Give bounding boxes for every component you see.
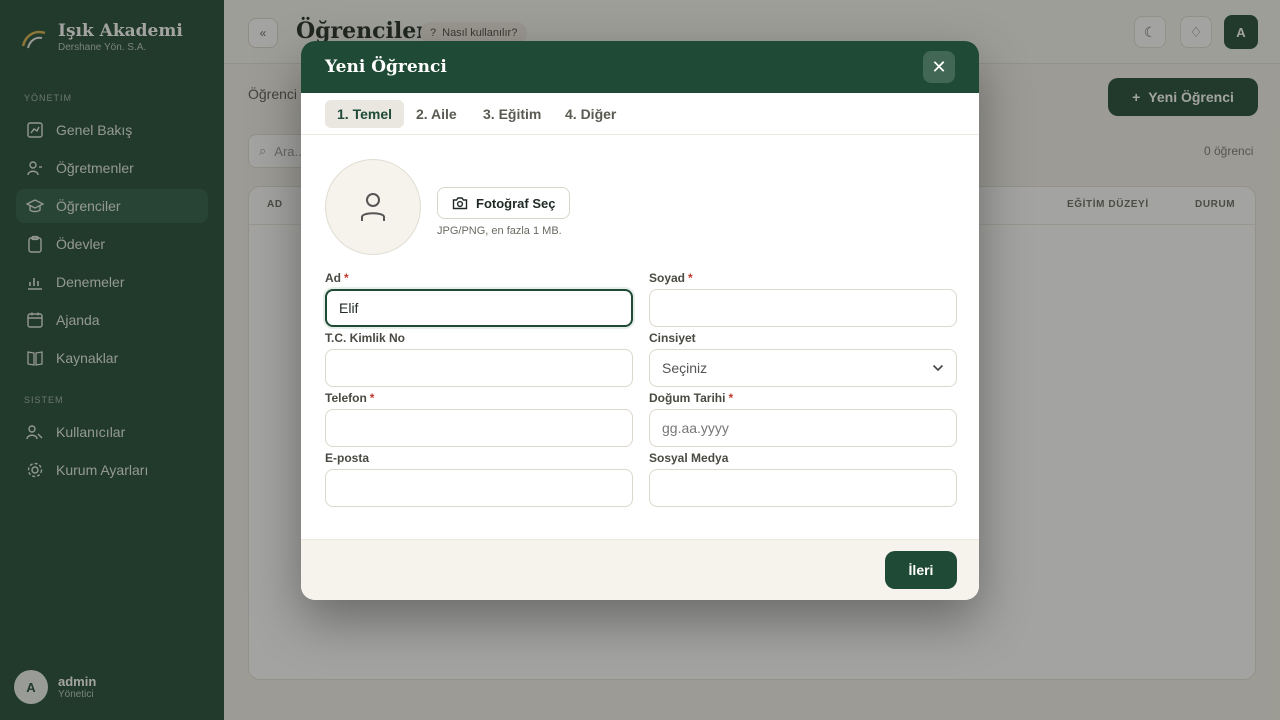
close-icon: ✕ — [931, 56, 947, 77]
email-input[interactable] — [325, 469, 633, 507]
choose-photo-button[interactable]: Fotoğraf Seç — [437, 187, 571, 219]
photo-preview — [325, 159, 421, 255]
required-mark: * — [344, 271, 349, 285]
label-soyad-text: Soyad — [649, 271, 686, 285]
label-eposta: E-posta — [325, 451, 369, 465]
gender-select[interactable]: Seçiniz — [649, 349, 957, 387]
new-student-modal: Yeni Öğrenci ✕ 1. Temel 2. Aile 3. Eğiti… — [301, 41, 979, 600]
modal-header: Yeni Öğrenci ✕ — [301, 41, 979, 93]
modal-footer: İleri — [301, 539, 979, 600]
tab-other[interactable]: 4. Diğer — [553, 100, 628, 128]
user-icon — [361, 193, 385, 221]
next-button[interactable]: İleri — [885, 551, 957, 589]
first-name-input[interactable] — [325, 289, 633, 327]
label-ad-text: Ad — [325, 271, 341, 285]
chevron-down-icon — [932, 364, 944, 372]
label-sosyal: Sosyal Medya — [649, 451, 728, 465]
label-sosyal-text: Sosyal Medya — [649, 451, 729, 465]
label-soyad: Soyad * — [649, 271, 693, 285]
gender-select-value: Seçiniz — [662, 360, 708, 376]
photo-hint: JPG/PNG, en fazla 1 MB. — [437, 225, 562, 237]
modal-title: Yeni Öğrenci — [325, 57, 447, 77]
birth-date-input[interactable] — [649, 409, 957, 447]
last-name-input[interactable] — [649, 289, 957, 327]
tab-basic[interactable]: 1. Temel — [325, 100, 404, 128]
required-mark: * — [728, 391, 734, 405]
tab-family[interactable]: 2. Aile — [404, 100, 469, 128]
choose-photo-label: Fotoğraf Seç — [476, 195, 556, 211]
label-cinsiyet-text: Cinsiyet — [649, 331, 696, 345]
close-button[interactable]: ✕ — [923, 51, 955, 83]
label-telefon: Telefon * — [325, 391, 374, 405]
modal-tabs: 1. Temel 2. Aile 3. Eğitim 4. Diğer — [301, 93, 979, 135]
social-media-input[interactable] — [649, 469, 957, 507]
required-mark: * — [688, 271, 693, 285]
label-ad: Ad * — [325, 271, 349, 285]
label-dogum: Doğum Tarihi * — [649, 391, 733, 405]
tc-id-input[interactable] — [325, 349, 633, 387]
tab-education[interactable]: 3. Eğitim — [471, 100, 553, 128]
label-dogum-text: Doğum Tarihi — [649, 391, 726, 405]
label-eposta-text: E-posta — [325, 451, 370, 465]
label-cinsiyet: Cinsiyet — [649, 331, 696, 345]
label-telefon-text: Telefon — [325, 391, 367, 405]
label-tc: T.C. Kimlik No — [325, 331, 405, 345]
phone-input[interactable] — [325, 409, 633, 447]
label-tc-text: T.C. Kimlik No — [325, 331, 406, 345]
required-mark: * — [369, 391, 375, 405]
camera-icon — [452, 197, 468, 210]
